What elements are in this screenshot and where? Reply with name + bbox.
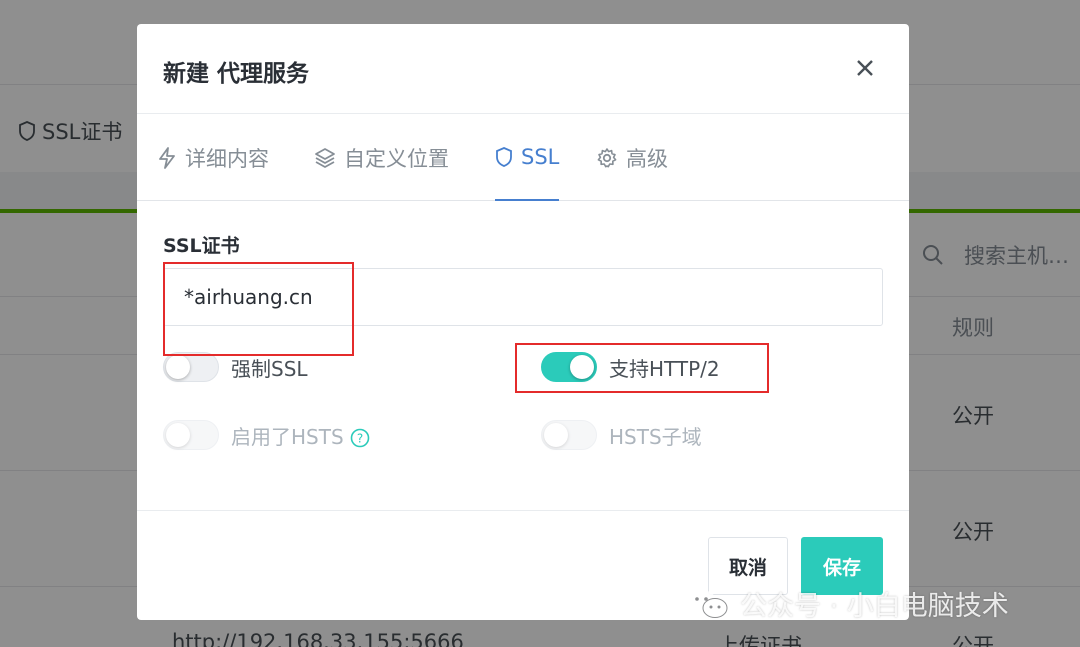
toggle-knob	[570, 355, 594, 379]
tab-advanced[interactable]: 高级	[596, 115, 668, 201]
svg-text:?: ?	[356, 432, 362, 446]
hsts-switch[interactable]: 启用了HSTS?	[163, 420, 370, 450]
close-icon	[857, 60, 873, 76]
lightning-icon	[159, 147, 175, 169]
tab-details[interactable]: 详细内容	[157, 115, 269, 201]
toggle-knob	[166, 355, 190, 379]
new-proxy-modal: 新建 代理服务 详细内容 自定义位置 SSL 高级 SSL证书 强制SSL 支持…	[137, 24, 909, 620]
modal-title: 新建 代理服务	[163, 61, 310, 87]
modal-header: 新建 代理服务	[137, 24, 909, 114]
toggle-switch[interactable]	[163, 420, 219, 450]
toggle-switch[interactable]	[541, 420, 597, 450]
watermark: 公众号 · 小白电脑技术	[686, 584, 1009, 623]
http2-label: 支持HTTP/2	[609, 356, 720, 381]
toggle-knob	[166, 423, 190, 447]
hsts-label-text: 启用了HSTS	[231, 424, 344, 449]
tab-custom-locations[interactable]: 自定义位置	[314, 115, 449, 201]
close-button[interactable]	[849, 52, 881, 84]
ssl-cert-label: SSL证书	[163, 235, 240, 257]
force-ssl-label: 强制SSL	[231, 356, 308, 381]
modal-tabs: 详细内容 自定义位置 SSL 高级	[137, 115, 909, 201]
hsts-subdomains-label: HSTS子域	[609, 424, 702, 449]
layers-icon	[315, 148, 335, 168]
toggle-knob	[544, 423, 568, 447]
http2-switch[interactable]: 支持HTTP/2	[541, 352, 720, 382]
tab-ssl[interactable]: SSL	[495, 115, 560, 201]
toggle-switch[interactable]	[541, 352, 597, 382]
ssl-cert-select[interactable]	[163, 268, 883, 326]
wechat-icon	[688, 589, 728, 618]
gear-icon	[597, 148, 617, 168]
toggle-switch[interactable]	[163, 352, 219, 382]
help-icon[interactable]: ?	[350, 428, 370, 448]
shield-icon	[496, 147, 512, 167]
watermark-text: 公众号 · 小白电脑技术	[740, 591, 1009, 622]
force-ssl-switch[interactable]: 强制SSL	[163, 352, 308, 382]
hsts-subdomains-switch[interactable]: HSTS子域	[541, 420, 702, 450]
hsts-label: 启用了HSTS?	[231, 421, 370, 450]
